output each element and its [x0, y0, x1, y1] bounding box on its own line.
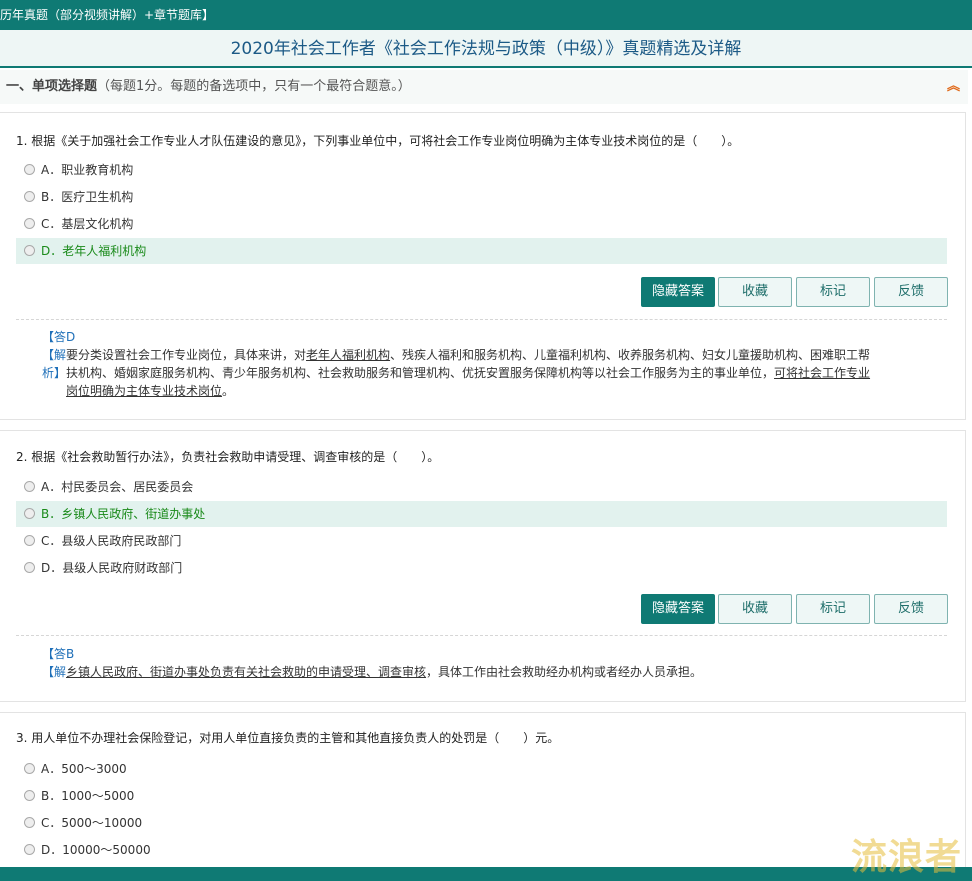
option-a[interactable]: A．职业教育机构 — [16, 157, 947, 183]
watermark: 流浪者 — [850, 837, 962, 878]
question-text: 1. 根据《关于加强社会工作专业人才队伍建设的意见》，下列事业单位中，可将社会工… — [16, 134, 740, 148]
question-text: 3. 用人单位不办理社会保险登记，对用人单位直接负责的主管和其他直接负责人的处罚… — [16, 731, 560, 745]
option-b-correct[interactable]: B．乡镇人民政府、街道办事处 — [16, 501, 947, 527]
favorite-button[interactable]: 收藏 — [718, 277, 792, 307]
radio-button[interactable] — [24, 245, 35, 256]
question-card-1: 1. 根据《关于加强社会工作专业人才队伍建设的意见》，下列事业单位中，可将社会工… — [0, 112, 966, 420]
explanation: 【解要分类设置社会工作专业岗位，具体来讲，对老年人福利机构、残疾人福利和服务机构… — [42, 346, 947, 400]
feedback-button[interactable]: 反馈 — [874, 277, 948, 307]
mark-button[interactable]: 标记 — [796, 594, 870, 624]
option-b[interactable]: B．1000～5000 — [16, 783, 947, 809]
option-label: C．基层文化机构 — [41, 217, 134, 231]
answer-label: 【答D — [42, 330, 76, 344]
section-title: 一、单项选择题 — [6, 79, 98, 94]
answer-label: 【答B — [42, 647, 75, 661]
option-label: A．500～3000 — [41, 762, 127, 776]
option-label: A．村民委员会、居民委员会 — [41, 480, 194, 494]
section-header[interactable]: 一、单项选择题（每题1分。每题的备选项中，只有一个最符合题意。） ︽ — [0, 70, 968, 104]
page-title: 2020年社会工作者《社会工作法规与政策（中级）》真题精选及详解 — [0, 30, 972, 68]
divider — [16, 635, 947, 636]
explanation-line-1: 【解要分类设置社会工作专业岗位，具体来讲，对老年人福利机构、残疾人福利和服务机构… — [42, 348, 871, 362]
explanation-line-2: 析】扶机构、婚姻家庭服务机构、青少年服务机构、社会救助服务和管理机构、优抚安置服… — [42, 366, 871, 380]
option-label: B．医疗卫生机构 — [41, 190, 134, 204]
top-banner-label: 历年真题（部分视频讲解）+章节题库】 — [0, 8, 215, 22]
top-banner: 历年真题（部分视频讲解）+章节题库】 — [0, 0, 972, 30]
radio-button[interactable] — [24, 481, 35, 492]
option-a[interactable]: A．村民委员会、居民委员会 — [16, 474, 947, 500]
double-chevron-up-icon[interactable]: ︽ — [947, 70, 960, 104]
question-card-2: 2. 根据《社会救助暂行办法》，负责社会救助申请受理、调查审核的是（ ）。 A．… — [0, 430, 966, 702]
option-label: B．乡镇人民政府、街道办事处 — [41, 507, 206, 521]
option-label: B．1000～5000 — [41, 789, 135, 803]
hide-answer-button[interactable]: 隐藏答案 — [641, 594, 715, 624]
option-label: D．老年人福利机构 — [41, 244, 147, 258]
hide-answer-button[interactable]: 隐藏答案 — [641, 277, 715, 307]
option-d-correct[interactable]: D．老年人福利机构 — [16, 238, 947, 264]
radio-button[interactable] — [24, 191, 35, 202]
feedback-button[interactable]: 反馈 — [874, 594, 948, 624]
option-a[interactable]: A．500～3000 — [16, 756, 947, 782]
option-d[interactable]: D．10000～50000 — [16, 837, 947, 863]
explanation-line-3: 岗位明确为主体专业技术岗位。 — [66, 384, 235, 398]
favorite-button[interactable]: 收藏 — [718, 594, 792, 624]
divider — [16, 319, 947, 320]
question-card-3: 3. 用人单位不办理社会保险登记，对用人单位直接负责的主管和其他直接负责人的处罚… — [0, 712, 966, 872]
radio-button[interactable] — [24, 508, 35, 519]
radio-button[interactable] — [24, 844, 35, 855]
explanation-line-1: 【解乡镇人民政府、街道办事处负责有关社会救助的申请受理、调查审核，具体工作由社会… — [42, 665, 703, 679]
option-b[interactable]: B．医疗卫生机构 — [16, 184, 947, 210]
option-c[interactable]: C．5000～10000 — [16, 810, 947, 836]
answer-line: 【答B — [42, 645, 74, 663]
answer-line: 【答D — [42, 328, 75, 346]
option-label: D．10000～50000 — [41, 843, 151, 857]
radio-button[interactable] — [24, 763, 35, 774]
section-description: （每题1分。每题的备选项中，只有一个最符合题意。） — [97, 79, 411, 94]
mark-button[interactable]: 标记 — [796, 277, 870, 307]
radio-button[interactable] — [24, 562, 35, 573]
radio-button[interactable] — [24, 164, 35, 175]
question-text: 2. 根据《社会救助暂行办法》，负责社会救助申请受理、调查审核的是（ ）。 — [16, 450, 440, 464]
radio-button[interactable] — [24, 790, 35, 801]
option-label: C．县级人民政府民政部门 — [41, 534, 182, 548]
radio-button[interactable] — [24, 535, 35, 546]
bottom-bar — [0, 867, 972, 881]
radio-button[interactable] — [24, 817, 35, 828]
option-label: D．县级人民政府财政部门 — [41, 561, 183, 575]
option-c[interactable]: C．基层文化机构 — [16, 211, 947, 237]
option-label: A．职业教育机构 — [41, 163, 134, 177]
radio-button[interactable] — [24, 218, 35, 229]
option-label: C．5000～10000 — [41, 816, 143, 830]
explanation: 【解乡镇人民政府、街道办事处负责有关社会救助的申请受理、调查审核，具体工作由社会… — [42, 663, 947, 681]
option-d[interactable]: D．县级人民政府财政部门 — [16, 555, 947, 581]
option-c[interactable]: C．县级人民政府民政部门 — [16, 528, 947, 554]
